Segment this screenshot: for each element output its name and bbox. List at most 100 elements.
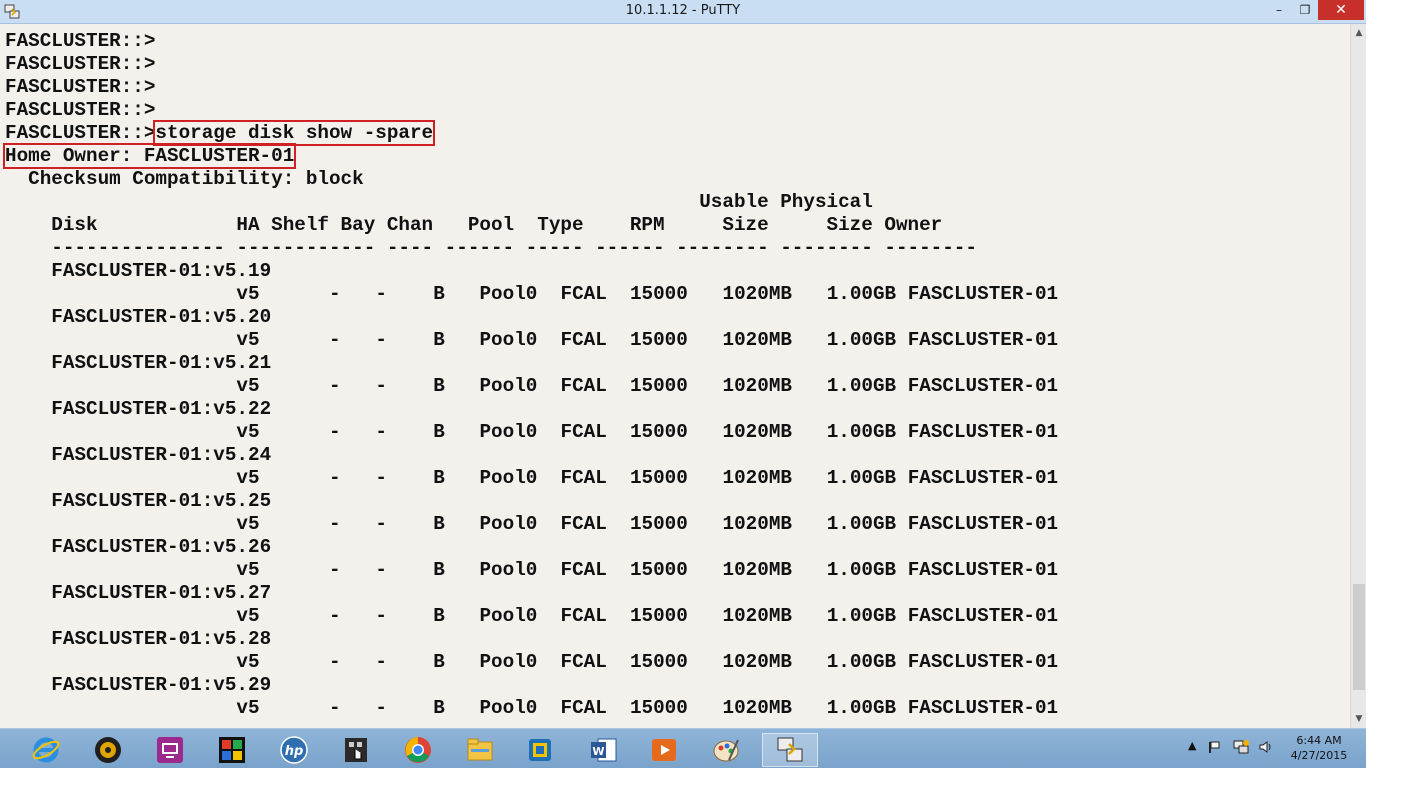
disk-shelf: - [329,283,341,305]
disk-ha: v5 [236,283,260,305]
disk-physical: 1.00GB [826,421,897,443]
command-text: storage disk show -spare [153,120,436,146]
disk-ha: v5 [236,467,260,489]
disk-shelf: - [329,329,341,351]
disk-ha: v5 [236,651,260,673]
taskbar-button-media-center[interactable] [636,733,692,767]
disk-pool: Pool0 [479,329,538,351]
checksum-line: Checksum Compatibility: block [5,168,1058,191]
taskbar-button-hp[interactable]: hp [266,733,322,767]
disk-usable: 1020MB [722,651,792,673]
vertical-scrollbar[interactable]: ▲ ▼ [1350,24,1366,728]
disk-owner: FASCLUSTER-01 [907,375,1059,397]
disk-owner: FASCLUSTER-01 [907,559,1059,581]
network-icon[interactable] [1232,739,1250,755]
tray-expand-icon[interactable]: ▲ [1188,739,1196,752]
desktop-edge [1366,0,1406,804]
disk-owner: FASCLUSTER-01 [907,697,1059,719]
table-header-line: Usable Physical [5,191,1058,214]
disk-name: FASCLUSTER-01:v5.26 [51,536,272,558]
taskbar-button-color-grid-app[interactable] [204,733,260,767]
table-divider: --------------- ------------ ---- ------… [5,237,977,259]
word-icon: W [591,738,617,762]
disk-usable: 1020MB [722,559,792,581]
disk-detail-line: v5 - - B Pool0 FCAL 15000 1020MB 1.00GB … [5,375,1058,398]
disk-type: FCAL [560,605,607,627]
disk-physical: 1.00GB [826,283,897,305]
taskbar-button-touch-app[interactable] [328,733,384,767]
disk-bay: - [375,513,387,535]
scroll-down-arrow-icon[interactable]: ▼ [1351,710,1367,728]
taskbar-button-chrome[interactable] [390,733,446,767]
volume-icon[interactable] [1258,740,1274,754]
home-owner-line: Home Owner: FASCLUSTER-01 [2,143,1058,169]
disk-name-line: FASCLUSTER-01:v5.20 [5,306,1058,329]
taskbar-button-remote-desktop[interactable] [142,733,198,767]
system-clock[interactable]: 6:44 AM 4/27/2015 [1284,733,1354,763]
disk-detail-line: v5 - - B Pool0 FCAL 15000 1020MB 1.00GB … [5,605,1058,628]
action-center-flag-icon[interactable] [1206,739,1222,755]
disk-chan: B [433,605,445,627]
disk-owner: FASCLUSTER-01 [907,467,1059,489]
title-bar[interactable]: 10.1.1.12 - PuTTY – ❐ ✕ [0,0,1366,24]
command-line: FASCLUSTER::>storage disk show -spare [5,120,1058,146]
disk-ha: v5 [236,559,260,581]
disk-chan: B [433,513,445,535]
taskbar-button-internet-explorer[interactable] [18,733,74,767]
table-header-line: Disk HA Shelf Bay Chan Pool Type RPM Siz… [5,214,1058,237]
screen: 10.1.1.12 - PuTTY – ❐ ✕ FASCLUSTER::> FAS… [0,0,1406,804]
close-button[interactable]: ✕ [1318,0,1364,20]
disk-rpm: 15000 [629,329,688,351]
table-header: Disk HA Shelf Bay Chan Pool Type RPM Siz… [5,214,943,236]
scroll-up-arrow-icon[interactable]: ▲ [1351,24,1367,42]
disk-rpm: 15000 [629,421,688,443]
taskbar-button-putty[interactable] [762,733,818,767]
disk-usable: 1020MB [722,421,792,443]
table-divider-line: --------------- ------------ ---- ------… [5,237,1058,260]
disk-usable: 1020MB [722,467,792,489]
disk-physical: 1.00GB [826,559,897,581]
terminal-lines: FASCLUSTER::> FASCLUSTER::> FASCLUSTER::> F… [2,30,1059,720]
disk-owner: FASCLUSTER-01 [907,283,1059,305]
disk-pool: Pool0 [479,651,538,673]
disk-shelf: - [329,605,341,627]
taskbar-button-media-player-disc[interactable] [80,733,136,767]
disk-chan: B [433,283,445,305]
minimize-button[interactable]: – [1266,0,1292,20]
taskbar: hp W ▲ 6:44 AM 4/27/2015 [0,728,1366,768]
disk-rpm: 15000 [629,513,688,535]
taskbar-button-word[interactable]: W [576,733,632,767]
virtualbox-icon [529,739,551,761]
disk-pool: Pool0 [479,375,538,397]
media-player-disc-icon [95,737,121,763]
scrollbar-thumb[interactable] [1353,584,1365,690]
disk-ha: v5 [236,329,260,351]
disk-detail-line: v5 - - B Pool0 FCAL 15000 1020MB 1.00GB … [5,329,1058,352]
disk-type: FCAL [560,513,607,535]
svg-text:W: W [592,745,604,758]
disk-rpm: 15000 [629,651,688,673]
terminal-output[interactable]: FASCLUSTER::> FASCLUSTER::> FASCLUSTER::> F… [0,24,1350,728]
hp-icon: hp [280,736,308,764]
maximize-button[interactable]: ❐ [1292,0,1318,20]
disk-owner: FASCLUSTER-01 [907,329,1059,351]
disk-usable: 1020MB [722,283,792,305]
prompt: FASCLUSTER::> [5,99,156,121]
disk-physical: 1.00GB [826,605,897,627]
disk-pool: Pool0 [479,283,538,305]
disk-detail-line: v5 - - B Pool0 FCAL 15000 1020MB 1.00GB … [5,697,1058,720]
taskbar-button-file-explorer[interactable] [452,733,508,767]
window-title: 10.1.1.12 - PuTTY [625,3,741,18]
prompt-line: FASCLUSTER::> [5,99,1058,122]
disk-pool: Pool0 [479,513,538,535]
disk-name: FASCLUSTER-01:v5.29 [51,674,272,696]
disk-name: FASCLUSTER-01:v5.22 [51,398,272,420]
disk-shelf: - [329,513,341,535]
disk-rpm: 15000 [629,559,688,581]
disk-bay: - [375,467,387,489]
taskbar-button-virtualbox[interactable] [512,733,568,767]
taskbar-button-paint[interactable] [698,733,754,767]
disk-bay: - [375,329,387,351]
putty-icon [777,737,803,762]
disk-chan: B [433,329,445,351]
